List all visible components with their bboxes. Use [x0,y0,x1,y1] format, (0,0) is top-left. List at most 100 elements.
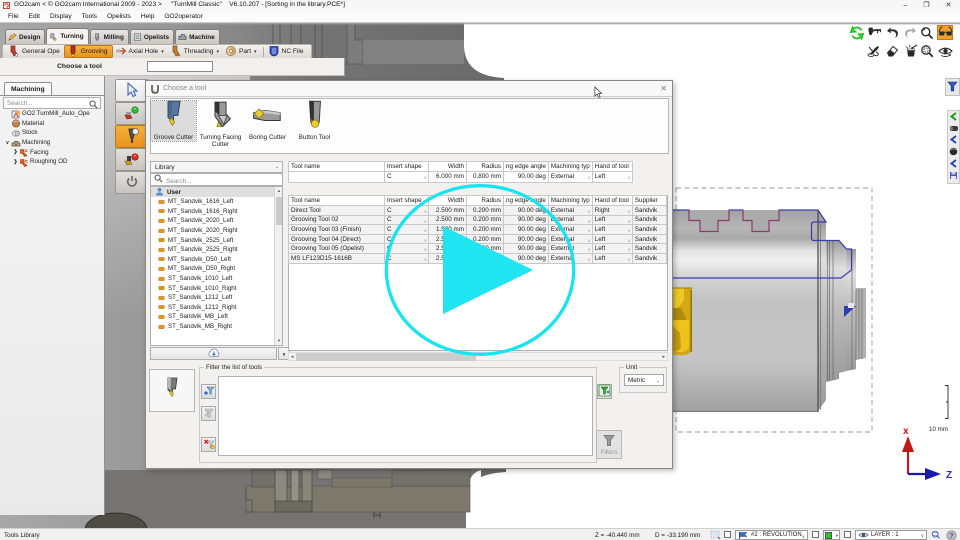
tool-type-button-tool[interactable]: Button Tool [292,101,337,141]
tree-item-machining[interactable]: ∨Machining [0,138,104,148]
power-button[interactable] [115,171,149,194]
filter-hand-cell[interactable]: Left∨ [592,172,632,183]
tree-expander[interactable]: ∨ [4,140,11,146]
cell-supplier[interactable]: Sandvik [632,234,666,244]
library-item[interactable]: ST_Sandvik_MB_Right [151,322,282,332]
tool-row[interactable]: MS LF123D15-1616BC∨2.500 mm0.200 mm90.00… [289,253,667,263]
library-item[interactable]: MT_Sandvik_2525_Left [151,235,282,245]
cell-supplier[interactable]: Sandvik [632,225,666,235]
cell-edge-angle[interactable]: 90.00 deg [504,225,549,235]
zoom-window-button[interactable] [919,44,935,59]
tab-machining[interactable]: Machining [4,82,52,95]
unit-select[interactable]: Metric⌄ [624,374,664,386]
filter-angle-cell[interactable]: 90.00 deg [504,172,549,183]
library-item[interactable]: MT_Sandvik_D50_Left [151,255,282,265]
cell-hand[interactable]: Left∨ [592,253,632,263]
tree-search-input[interactable]: Search... [3,97,101,109]
tool-type-groove-cutter[interactable]: Groove Cutter [151,101,196,141]
ribbon-tab-turning[interactable]: Turning [46,28,88,44]
cell-width[interactable]: 2.500 mm [429,234,467,244]
library-scrollbar[interactable]: ▲▼ [274,187,282,345]
expand-view-icon[interactable] [949,135,958,146]
select-cursor-button[interactable] [115,79,149,102]
tool-type-turning-facing-cutter[interactable]: Turning Facing Cutter [198,101,243,148]
tool-stop-button[interactable] [115,148,149,171]
library-item[interactable]: MT_Sandvik_2020_Left [151,216,282,226]
layer-select[interactable]: LAYER : 1∨ [855,530,927,540]
color-select[interactable]: ▾ [823,530,840,540]
filter-shape-cell[interactable]: C∨ [385,172,429,183]
cell-machining-type[interactable]: External∨ [548,253,592,263]
library-item[interactable]: ST_Sandvik_1010_Left [151,274,282,284]
tool-row[interactable]: Grooving Tool 05 (Opelist)C∨2.500 mm0.40… [289,244,667,254]
library-item[interactable]: ST_Sandvik_1212_Right [151,303,282,313]
save-view-icon[interactable] [949,171,958,182]
hide-button[interactable] [937,44,953,59]
grid-icon[interactable] [710,530,721,540]
edit-filter-button[interactable] [201,406,216,421]
sphere-icon[interactable] [949,147,958,158]
undo-button[interactable] [884,26,900,41]
cell-hand[interactable]: Left∨ [592,234,632,244]
cell-machining-type[interactable]: External∨ [548,234,592,244]
zoom-button[interactable] [919,26,935,41]
cell-radius[interactable]: 0.200 mm [467,206,504,216]
cell-width[interactable]: 2.500 mm [429,244,467,254]
cylinder-icon[interactable] [949,124,959,134]
cell-insert-shape[interactable]: C∨ [385,253,429,263]
revolution-select[interactable]: #2 : REVOLUTION∨ [735,530,808,540]
filter-radius-cell[interactable]: 0.800 mm [467,172,504,183]
scroll-up-icon[interactable]: ▲ [275,187,283,195]
tree-item-stock[interactable]: Stock [0,128,104,138]
menu-display[interactable]: Display [45,13,77,20]
cell-width[interactable]: 2.500 mm [429,206,467,216]
cell-edge-angle[interactable]: 90.00 deg [504,215,549,225]
cell-edge-angle[interactable]: 90.00 deg [504,244,549,254]
tree-expander[interactable]: ❯ [12,159,19,165]
cell-edge-angle[interactable]: 90.00 deg [504,253,549,263]
cell-tool-name[interactable]: Grooving Tool 04 (Direct) [289,234,385,244]
close-button[interactable]: ✕ [940,0,957,11]
scroll-right-icon[interactable]: ▸ [662,354,665,360]
redo-button[interactable] [903,26,919,41]
library-item[interactable]: MT_Sandvik_2525_Right [151,245,282,255]
cell-radius[interactable]: 0.200 mm [467,253,504,263]
ribbon-tab-milling[interactable]: Milling [90,29,129,44]
library-item[interactable]: ST_Sandvik_MB_Left [151,312,282,322]
cell-insert-shape[interactable]: C∨ [385,225,429,235]
regen-button[interactable] [849,26,865,41]
cell-machining-type[interactable]: External∨ [548,206,592,216]
help-icon[interactable]: ? [946,530,957,540]
expand-layers-icon[interactable] [949,159,958,170]
cell-hand[interactable]: Left∨ [592,215,632,225]
tree-item-roughing-od[interactable]: ❯Roughing OD [0,157,104,167]
detach-button[interactable] [866,44,882,59]
ribbon-button-part[interactable]: Part▾ [223,45,261,58]
library-item[interactable]: MT_Sandvik_2020_Right [151,226,282,236]
cell-machining-type[interactable]: External∨ [548,244,592,254]
tree-expander[interactable]: ❯ [12,149,19,155]
expand-tools-icon[interactable] [949,112,958,123]
menu-file[interactable]: File [3,13,24,20]
tool-active-button[interactable] [115,102,149,125]
cell-hand[interactable]: Left∨ [592,225,632,235]
cell-supplier[interactable]: Sandvik [632,244,666,254]
cell-supplier[interactable]: Sandvik [632,253,666,263]
measure-button[interactable] [866,26,882,41]
view-glasses-button[interactable] [937,25,953,40]
cell-radius[interactable]: 0.200 mm [467,215,504,225]
erase-button[interactable] [884,44,900,59]
cell-tool-name[interactable]: MS LF123D15-1616B [289,253,385,263]
menu-opelists[interactable]: Opelists [102,13,136,20]
ribbon-tab-machine[interactable]: Machine [175,29,220,44]
color-checkbox[interactable] [812,531,819,538]
apply-filter-button[interactable] [597,384,612,399]
library-item[interactable]: ST_Sandvik_1212_Left [151,293,282,303]
cell-radius[interactable]: 0.200 mm [467,225,504,235]
delete-filter-button[interactable] [201,437,216,452]
menu-tools[interactable]: Tools [77,13,102,20]
filter-width-cell[interactable]: 6.000 mm [429,172,467,183]
cell-machining-type[interactable]: External∨ [548,225,592,235]
scroll-left-icon[interactable]: ◂ [291,354,294,360]
ribbon-button-nc-file[interactable]: NC File [266,45,308,58]
